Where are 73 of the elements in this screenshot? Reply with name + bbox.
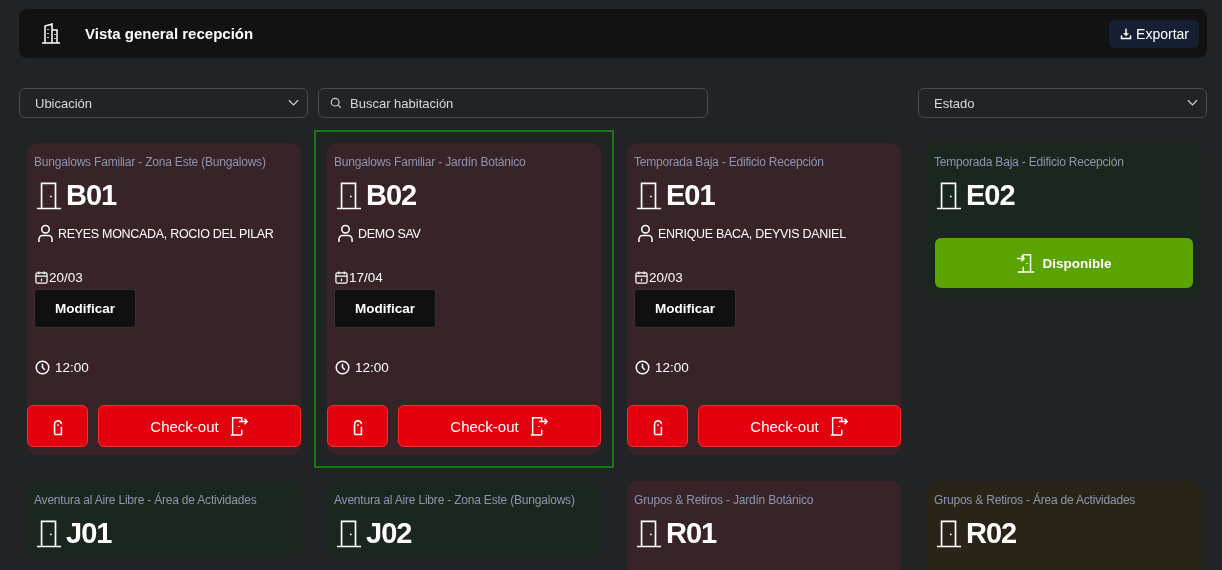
room-card[interactable]: Aventura al Aire Libre - Zona Este (Bungalows) J02: [327, 481, 601, 558]
checkout-date: 20/03: [49, 270, 83, 285]
export-button[interactable]: Exportar: [1109, 19, 1199, 48]
guest-name: REYES MONCADA, ROCIO DEL PILAR: [58, 226, 274, 241]
location-select[interactable]: Ubicación: [19, 88, 308, 118]
checkout-time: 12:00: [55, 360, 89, 375]
guest-name: DEMO SAV: [358, 226, 421, 241]
door-icon: [336, 519, 362, 548]
room-number: J02: [366, 518, 412, 548]
search-field[interactable]: Buscar habitación: [318, 88, 708, 118]
download-icon: [1120, 27, 1133, 40]
door-icon: [36, 181, 62, 210]
checkout-button[interactable]: Check-out: [398, 405, 601, 447]
modify-button[interactable]: Modificar: [634, 289, 736, 328]
do-not-disturb-button[interactable]: [627, 405, 688, 447]
calendar-icon: [335, 271, 348, 284]
clock-icon: [635, 360, 650, 375]
clock-icon: [335, 360, 350, 375]
building-icon: [39, 21, 63, 46]
room-card[interactable]: Temporada Baja - Edificio Recepción E01 ENRIQUE BACA, DEYVIS DANIEL 20/03 Modificar 12:00 Check-out: [627, 143, 901, 455]
room-location: Bungalows Familiar - Jardín Botánico: [333, 154, 527, 171]
room-card[interactable]: Bungalows Familiar - Zona Este (Bungalows) B01 REYES MONCADA, ROCIO DEL PILAR 20/03 Modificar 12:00 Check-out: [27, 143, 301, 455]
room-location: Grupos & Retiros - Jardín Botánico: [633, 492, 815, 509]
chevron-down-icon: [1187, 99, 1198, 107]
room-card[interactable]: Bungalows Familiar - Jardín Botánico B02 DEMO SAV 17/04 Modificar 12:00 Check-out: [327, 143, 601, 455]
room-number: R01: [666, 518, 717, 548]
checkout-date: 17/04: [349, 270, 383, 285]
room-number: R02: [966, 518, 1017, 548]
guest-name: ENRIQUE BACA, DEYVIS DANIEL: [658, 226, 846, 241]
exit-door-icon: [828, 416, 849, 436]
room-location: Grupos & Retiros - Área de Actividades: [933, 491, 1137, 509]
door-icon: [636, 519, 662, 548]
checkout-button[interactable]: Check-out: [98, 405, 301, 447]
checkout-date: 20/03: [649, 270, 683, 285]
page-title: Vista general recepción: [85, 25, 254, 42]
exit-door-icon: [528, 416, 549, 436]
calendar-icon: [635, 271, 648, 284]
exit-door-icon: [228, 416, 249, 436]
room-location: Aventura al Aire Libre - Zona Este (Bungalows): [333, 492, 576, 509]
modify-button[interactable]: Modificar: [34, 289, 136, 328]
room-number: J01: [66, 518, 112, 548]
room-location: Temporada Baja - Edificio Recepción: [633, 154, 825, 171]
door-icon: [936, 181, 962, 210]
do-not-disturb-button[interactable]: [27, 405, 88, 447]
room-number: E01: [666, 180, 715, 210]
room-location: Temporada Baja - Edificio Recepción: [933, 154, 1125, 171]
person-icon: [38, 224, 53, 243]
room-number: E02: [966, 180, 1015, 210]
checkout-time: 12:00: [655, 360, 689, 375]
room-number: B02: [366, 180, 417, 210]
room-card[interactable]: Grupos & Retiros - Jardín Botánico R01: [627, 481, 901, 570]
do-not-disturb-button[interactable]: [327, 405, 388, 447]
person-icon: [638, 224, 653, 243]
calendar-icon: [35, 271, 48, 284]
room-location: Aventura al Aire Libre - Área de Actividades: [33, 491, 258, 509]
status-select[interactable]: Estado: [918, 88, 1207, 118]
search-icon: [330, 97, 342, 109]
room-card[interactable]: Grupos & Retiros - Área de Actividades R02: [927, 481, 1201, 570]
chevron-down-icon: [288, 99, 299, 107]
checkout-time: 12:00: [355, 360, 389, 375]
checkout-button[interactable]: Check-out: [698, 405, 901, 447]
door-icon: [936, 519, 962, 548]
room-card[interactable]: Temporada Baja - Edificio Recepción E02 Disponible: [927, 143, 1201, 298]
door-icon: [336, 181, 362, 210]
door-icon: [36, 519, 62, 548]
enter-door-icon: [1016, 253, 1037, 273]
door-icon: [636, 181, 662, 210]
room-card[interactable]: Aventura al Aire Libre - Área de Actividades J01: [27, 481, 301, 558]
room-location: Bungalows Familiar - Zona Este (Bungalows): [33, 154, 267, 171]
modify-button[interactable]: Modificar: [334, 289, 436, 328]
room-number: B01: [66, 180, 117, 210]
person-icon: [338, 224, 353, 243]
clock-icon: [35, 360, 50, 375]
